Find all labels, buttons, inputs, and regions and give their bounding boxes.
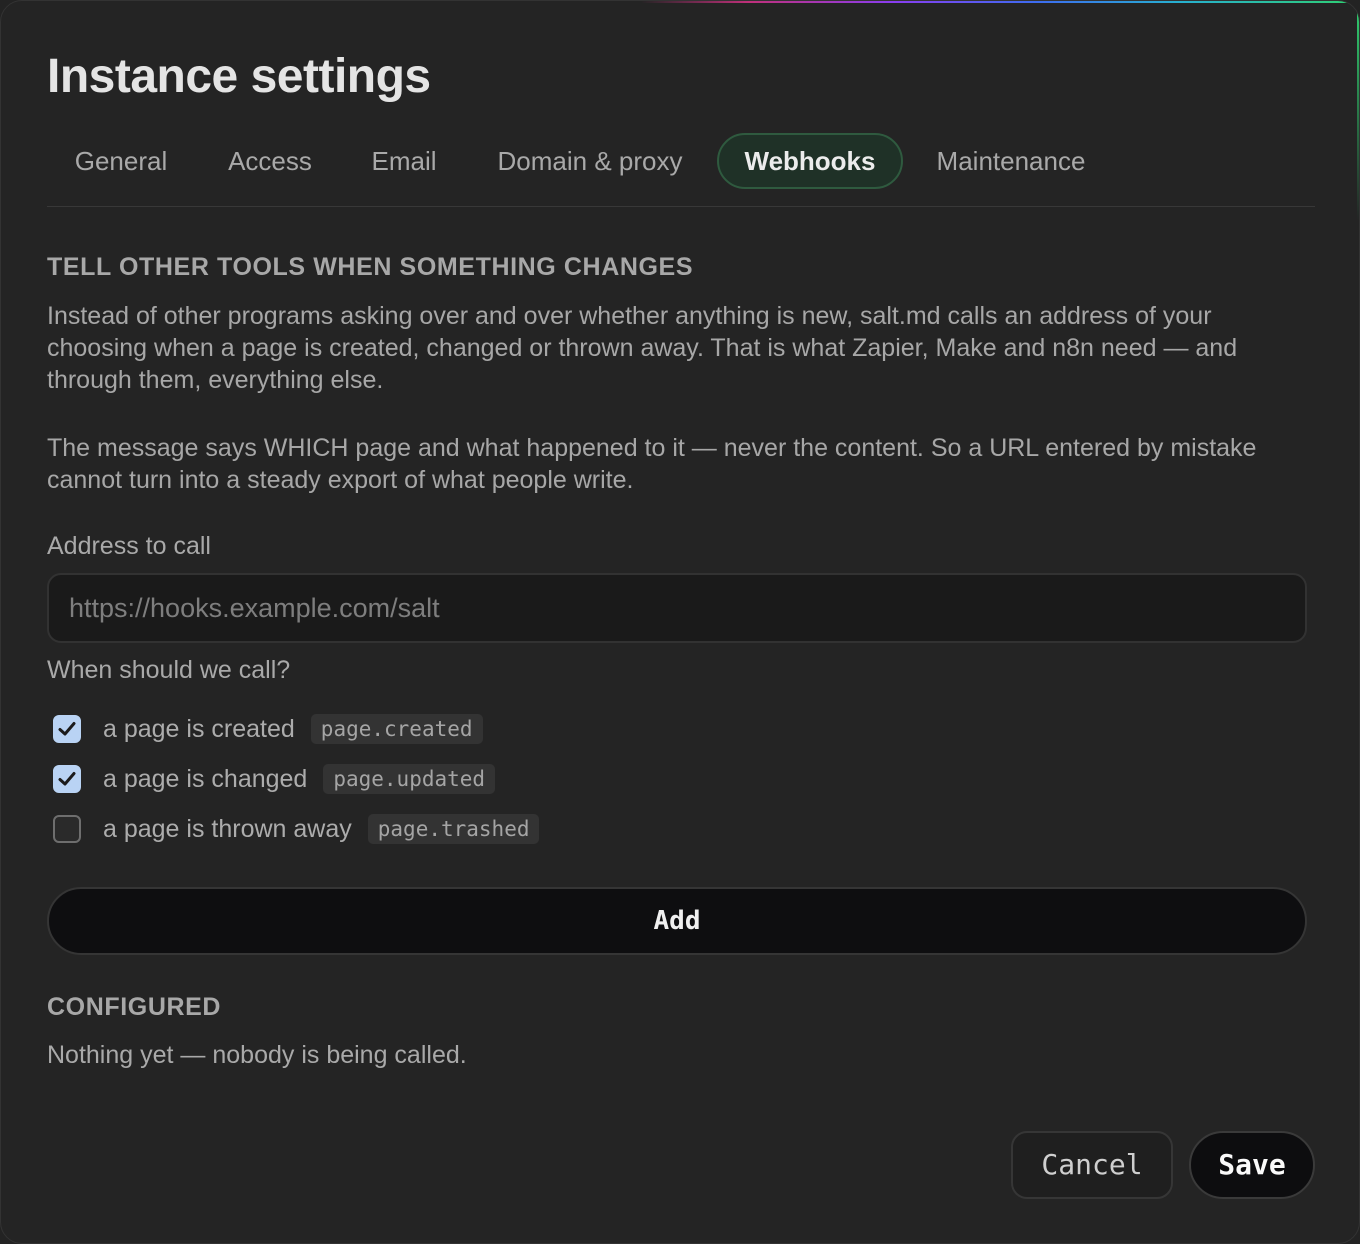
checkbox-trashed[interactable] <box>53 815 81 843</box>
privacy-note: The message says WHICH page and what hap… <box>47 434 1257 494</box>
tab-email[interactable]: Email <box>349 133 459 189</box>
cancel-button[interactable]: Cancel <box>1011 1131 1173 1199</box>
event-code: page.trashed <box>367 814 540 844</box>
configured-heading: CONFIGURED <box>47 993 222 1021</box>
tab-maintenance[interactable]: Maintenance <box>915 133 1107 189</box>
event-code: page.updated <box>323 764 496 794</box>
event-label: a page is thrown away <box>103 814 352 843</box>
event-label: a page is created <box>103 714 295 743</box>
event-option-trashed[interactable]: a page is thrown away page.trashed <box>53 812 540 846</box>
settings-dialog: Instance settings General Access Email D… <box>0 0 1360 1244</box>
event-option-updated[interactable]: a page is changed page.updated <box>53 762 496 796</box>
tab-bar: General Access Email Domain & proxy Webh… <box>47 133 1315 207</box>
webhooks-heading: TELL OTHER TOOLS WHEN SOMETHING CHANGES <box>47 253 694 281</box>
configured-empty-text: Nothing yet — nobody is being called. <box>47 1041 467 1069</box>
accent-border-side <box>1357 1 1359 221</box>
save-button[interactable]: Save <box>1189 1131 1315 1199</box>
check-icon <box>58 772 76 786</box>
tab-webhooks[interactable]: Webhooks <box>717 133 903 189</box>
tab-general[interactable]: General <box>47 133 195 189</box>
check-icon <box>58 722 76 736</box>
events-label: When should we call? <box>47 656 291 684</box>
tab-domain-proxy[interactable]: Domain & proxy <box>475 133 705 189</box>
event-code: page.created <box>310 714 483 744</box>
checkbox-updated[interactable] <box>53 765 81 793</box>
accent-border-top <box>641 1 1359 3</box>
event-label: a page is changed <box>103 764 308 793</box>
tab-access[interactable]: Access <box>205 133 335 189</box>
address-input[interactable] <box>47 573 1307 643</box>
checkbox-created[interactable] <box>53 715 81 743</box>
dialog-title: Instance settings <box>47 50 431 103</box>
add-button[interactable]: Add <box>47 887 1307 955</box>
webhooks-intro: Instead of other programs asking over an… <box>47 302 1238 394</box>
event-option-created[interactable]: a page is created page.created <box>53 712 483 746</box>
address-label: Address to call <box>47 532 211 560</box>
